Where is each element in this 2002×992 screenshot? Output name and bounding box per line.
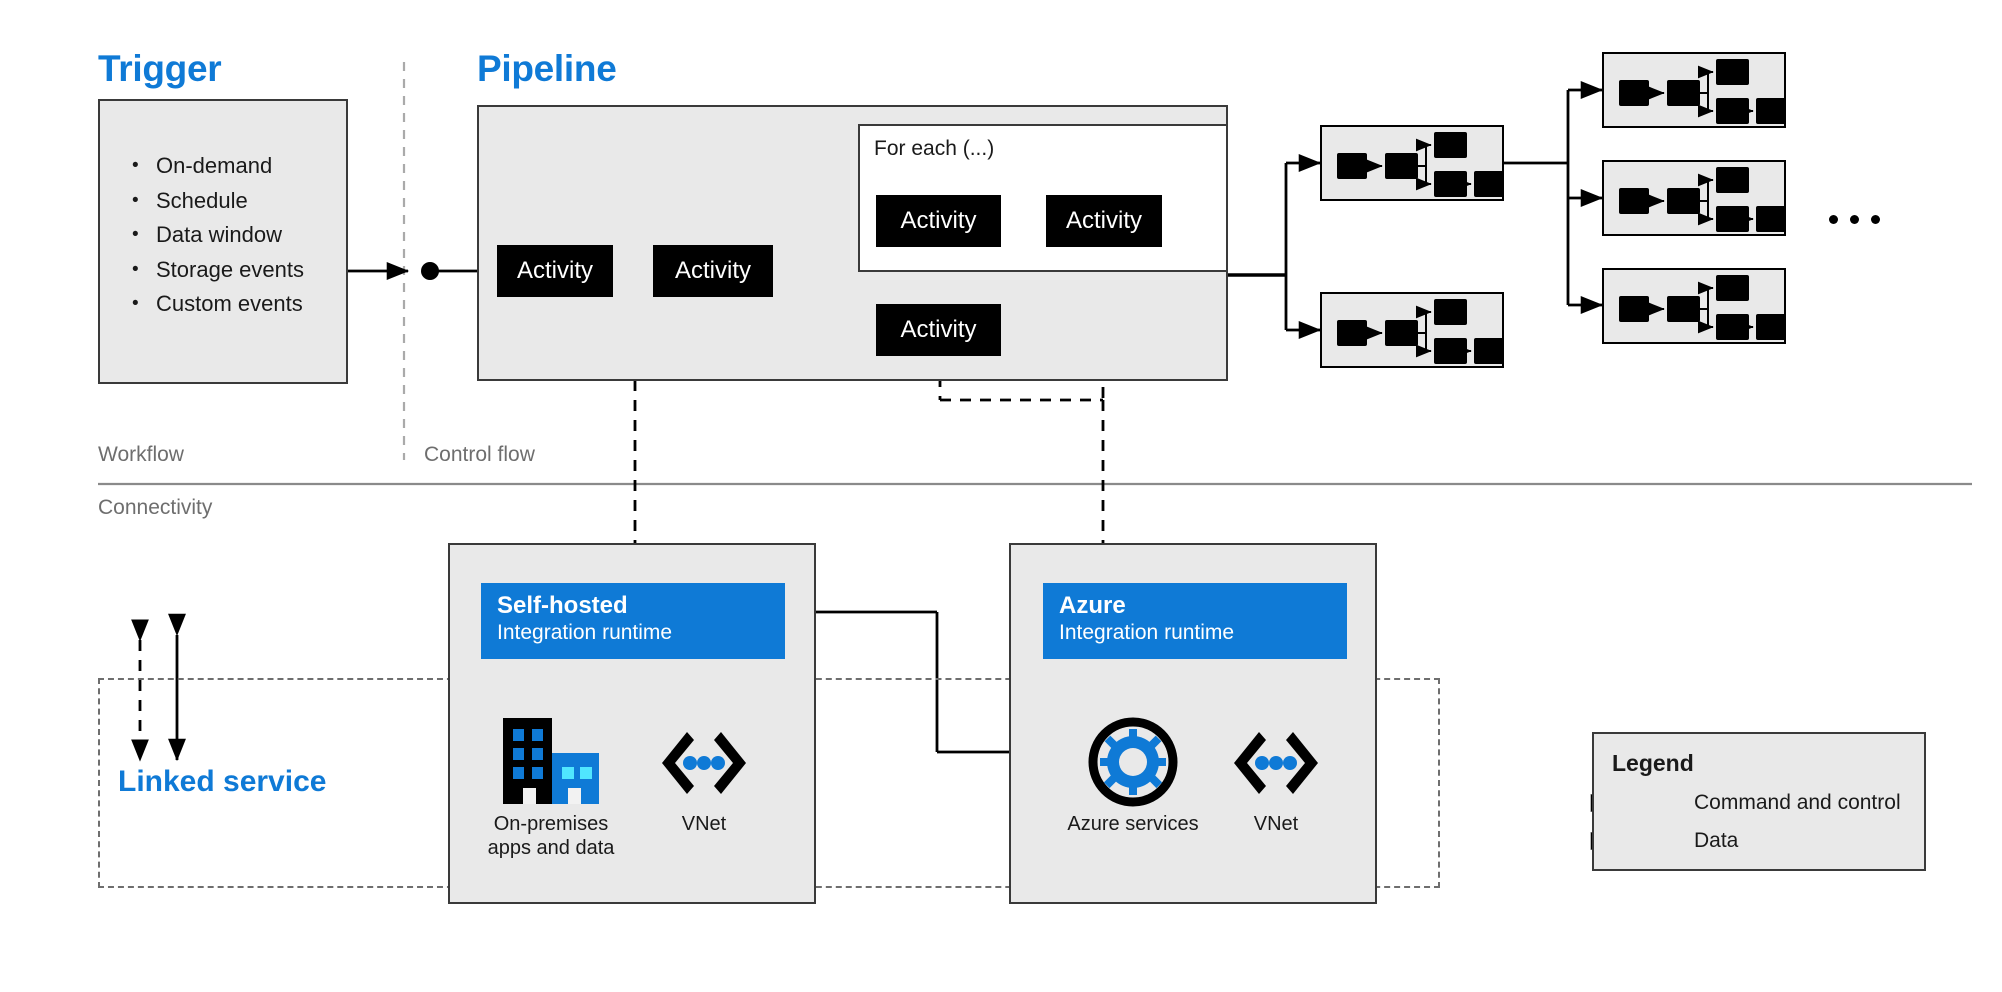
azure-ir-subtitle: Integration runtime	[1059, 621, 1235, 644]
pipeline-run-cluster-1[interactable]	[1320, 125, 1504, 201]
azure-ir-title: Azure	[1059, 592, 1126, 619]
trigger-item-on-demand: On-demand	[128, 149, 304, 184]
vnet-caption-self-hosted: VNet	[681, 813, 727, 835]
cluster-connectors	[1366, 138, 1472, 191]
lane-label-connectivity: Connectivity	[98, 496, 213, 519]
activity-chip-foreach-2[interactable]: Activity	[1046, 195, 1162, 247]
azure-ir-banner[interactable]: Azure Integration runtime	[1043, 583, 1347, 659]
cluster-connectors	[1648, 281, 1754, 334]
trigger-item-custom-events: Custom events	[128, 287, 304, 322]
vnet-icon	[1233, 728, 1319, 798]
lane-label-control-flow: Control flow	[424, 443, 535, 466]
self-hosted-ir-title: Self-hosted	[497, 592, 628, 619]
activity-chip-1[interactable]: Activity	[497, 245, 613, 297]
pipeline-run-cluster-5[interactable]	[1602, 268, 1786, 344]
trigger-box: On-demand Schedule Data window Storage e…	[98, 99, 348, 384]
diagram-canvas: Trigger On-demand Schedule Data window S…	[0, 0, 2002, 992]
on-premises-building-icon	[497, 718, 605, 806]
cluster-connectors	[1366, 305, 1472, 358]
legend-title: Legend	[1612, 750, 1694, 776]
legend-label-data: Data	[1694, 829, 1739, 852]
for-each-label: For each (...)	[874, 137, 995, 160]
cluster-connectors	[1648, 65, 1754, 118]
vnet-icon	[661, 728, 747, 798]
on-premises-caption-line2: apps and data	[487, 837, 615, 859]
activity-chip-3[interactable]: Activity	[876, 304, 1001, 356]
trigger-section-title: Trigger	[98, 48, 222, 89]
on-premises-caption-line1: On-premises	[493, 813, 609, 835]
activity-chip-foreach-1[interactable]: Activity	[876, 195, 1001, 247]
self-hosted-ir-banner[interactable]: Self-hosted Integration runtime	[481, 583, 785, 659]
pipeline-run-cluster-3[interactable]	[1602, 52, 1786, 128]
trigger-item-schedule: Schedule	[128, 184, 304, 219]
trigger-item-data-window: Data window	[128, 218, 304, 253]
lane-label-workflow: Workflow	[98, 443, 184, 466]
azure-services-caption: Azure services	[1067, 813, 1199, 835]
self-hosted-ir-subtitle: Integration runtime	[497, 621, 673, 644]
more-runs-ellipsis	[1829, 215, 1880, 224]
pipeline-run-cluster-4[interactable]	[1602, 160, 1786, 236]
cluster-connectors	[1648, 173, 1754, 226]
vnet-caption-azure: VNet	[1253, 813, 1299, 835]
legend-label-command-and-control: Command and control	[1694, 791, 1901, 814]
azure-services-gear-icon	[1086, 715, 1180, 809]
pipeline-section-title: Pipeline	[477, 48, 617, 89]
activity-chip-2[interactable]: Activity	[653, 245, 773, 297]
trigger-item-storage-events: Storage events	[128, 253, 304, 288]
trigger-item-list: On-demand Schedule Data window Storage e…	[128, 149, 304, 322]
pipeline-run-cluster-2[interactable]	[1320, 292, 1504, 368]
linked-service-title: Linked service	[118, 765, 327, 798]
